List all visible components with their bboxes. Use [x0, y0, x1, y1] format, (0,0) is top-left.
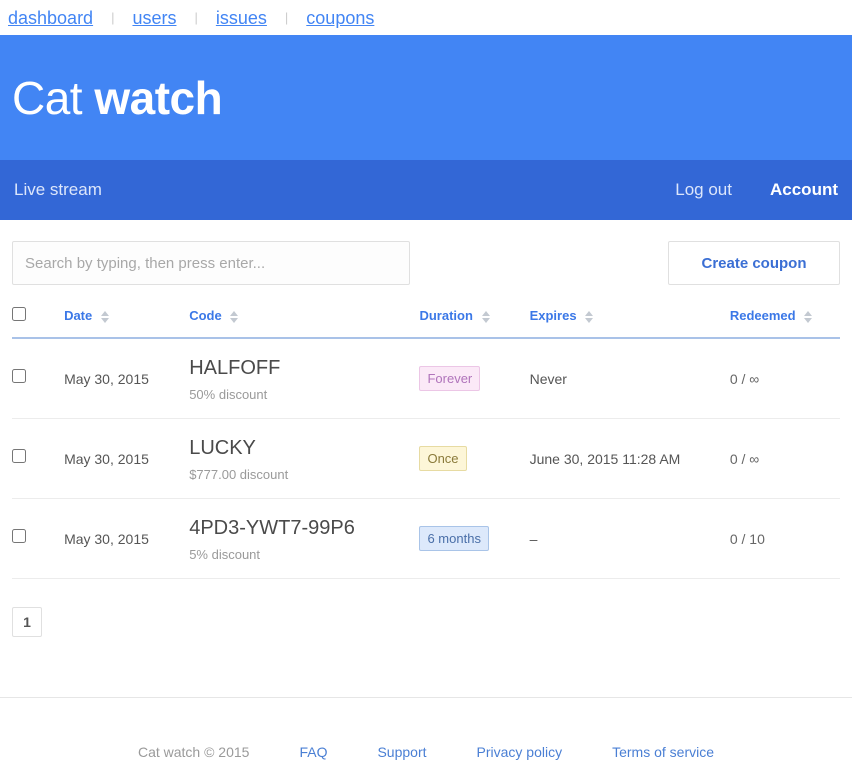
brand-banner: Cat watch — [0, 35, 852, 160]
row-checkbox[interactable] — [12, 449, 26, 463]
row-checkbox[interactable] — [12, 369, 26, 383]
top-link-dashboard[interactable]: dashboard — [8, 9, 93, 27]
row-date: May 30, 2015 — [64, 530, 149, 547]
navbar-right: Log out Account — [675, 180, 838, 200]
sort-arrows-icon[interactable] — [481, 310, 491, 323]
row-redeemed: 0 / ∞ — [729, 450, 760, 467]
row-duration-cell: Forever — [419, 338, 529, 419]
header-expires-label: Expires — [529, 308, 577, 323]
brand-title-bold: watch — [94, 71, 223, 124]
row-select-cell — [12, 338, 64, 419]
header-duration[interactable]: Duration — [419, 307, 530, 339]
navbar-left: Live stream — [14, 180, 675, 200]
row-date: May 30, 2015 — [64, 370, 149, 387]
table-header-row: Date Code Duration Expires Redeemed — [12, 307, 840, 339]
select-all-checkbox[interactable] — [12, 307, 26, 321]
row-discount: 5% discount — [189, 547, 261, 562]
header-date[interactable]: Date — [64, 307, 190, 339]
duration-badge: 6 months — [419, 526, 489, 551]
pagination: 1 — [12, 607, 840, 637]
table-row: May 30, 2015 4PD3-YWT7-99P6 5% discount … — [12, 499, 840, 579]
duration-badge: Forever — [419, 366, 481, 391]
nav-live-stream[interactable]: Live stream — [14, 180, 102, 199]
header-duration-label: Duration — [419, 308, 473, 323]
row-code-cell: 4PD3-YWT7-99P6 5% discount — [189, 499, 419, 579]
page-footer: Cat watch © 2015 FAQ Support Privacy pol… — [0, 698, 852, 760]
duration-badge: Once — [419, 446, 467, 471]
row-discount: 50% discount — [189, 387, 268, 402]
row-redeemed: 0 / ∞ — [729, 370, 760, 387]
sort-arrows-icon[interactable] — [804, 310, 813, 323]
row-discount: $777.00 discount — [189, 467, 289, 482]
table-row: May 30, 2015 LUCKY $777.00 discount Once… — [12, 419, 840, 499]
header-date-label: Date — [64, 308, 93, 323]
header-code[interactable]: Code — [189, 307, 420, 339]
nav-account[interactable]: Account — [770, 180, 838, 200]
row-select-cell — [12, 419, 64, 499]
row-expires: June 30, 2015 11:28 AM — [529, 450, 681, 467]
footer-link-privacy-policy[interactable]: Privacy policy — [477, 744, 563, 760]
row-duration-cell: Once — [419, 419, 529, 499]
row-code: 4PD3-YWT7-99P6 — [189, 517, 355, 539]
row-expires: Never — [529, 370, 567, 387]
row-checkbox[interactable] — [12, 529, 26, 543]
row-code-cell: LUCKY $777.00 discount — [189, 419, 419, 499]
coupons-table-body: May 30, 2015 HALFOFF 50% discount Foreve… — [12, 338, 840, 579]
top-link-separator: | — [284, 10, 289, 25]
sort-arrows-icon[interactable] — [585, 310, 594, 323]
row-date: May 30, 2015 — [64, 450, 149, 467]
footer-link-support[interactable]: Support — [377, 744, 426, 760]
row-expires: – — [529, 530, 538, 547]
search-input[interactable] — [12, 241, 410, 285]
coupons-table-head: Date Code Duration Expires Redeemed — [12, 307, 840, 339]
row-redeemed: 0 / 10 — [729, 530, 765, 547]
top-navigation: dashboard | users | issues | coupons — [0, 0, 852, 35]
brand-title: Cat watch — [12, 71, 223, 124]
table-row: May 30, 2015 HALFOFF 50% discount Foreve… — [12, 338, 840, 419]
top-link-separator: | — [111, 10, 115, 25]
row-duration-cell: 6 months — [419, 499, 529, 579]
row-select-cell — [12, 499, 64, 579]
header-redeemed[interactable]: Redeemed — [729, 307, 840, 339]
page-content: Create coupon Date Code Duration — [0, 220, 852, 637]
header-redeemed-label: Redeemed — [729, 308, 796, 323]
nav-log-out[interactable]: Log out — [675, 180, 732, 200]
header-select-all — [12, 307, 65, 339]
row-code: LUCKY — [189, 437, 256, 459]
row-code-cell: HALFOFF 50% discount — [189, 338, 419, 419]
brand-title-light: Cat — [12, 71, 83, 124]
top-link-coupons[interactable]: coupons — [306, 9, 374, 27]
top-link-issues[interactable]: issues — [216, 9, 267, 27]
create-coupon-button[interactable]: Create coupon — [668, 241, 840, 285]
row-code: HALFOFF — [189, 357, 281, 379]
footer-copyright: Cat watch © 2015 — [137, 744, 250, 760]
sort-arrows-icon[interactable] — [230, 310, 239, 323]
top-link-users[interactable]: users — [132, 9, 176, 27]
footer-link-terms-of-service[interactable]: Terms of service — [612, 744, 714, 760]
header-code-label: Code — [189, 308, 222, 323]
coupons-toolbar: Create coupon — [12, 220, 840, 285]
top-link-separator: | — [194, 10, 198, 25]
page-button-1[interactable]: 1 — [12, 607, 42, 637]
footer-link-faq[interactable]: FAQ — [299, 744, 327, 760]
main-navbar: Live stream Log out Account — [0, 160, 852, 220]
header-expires[interactable]: Expires — [529, 307, 730, 339]
sort-arrows-icon[interactable] — [100, 310, 110, 323]
coupons-table: Date Code Duration Expires Redeemed May … — [12, 307, 840, 579]
